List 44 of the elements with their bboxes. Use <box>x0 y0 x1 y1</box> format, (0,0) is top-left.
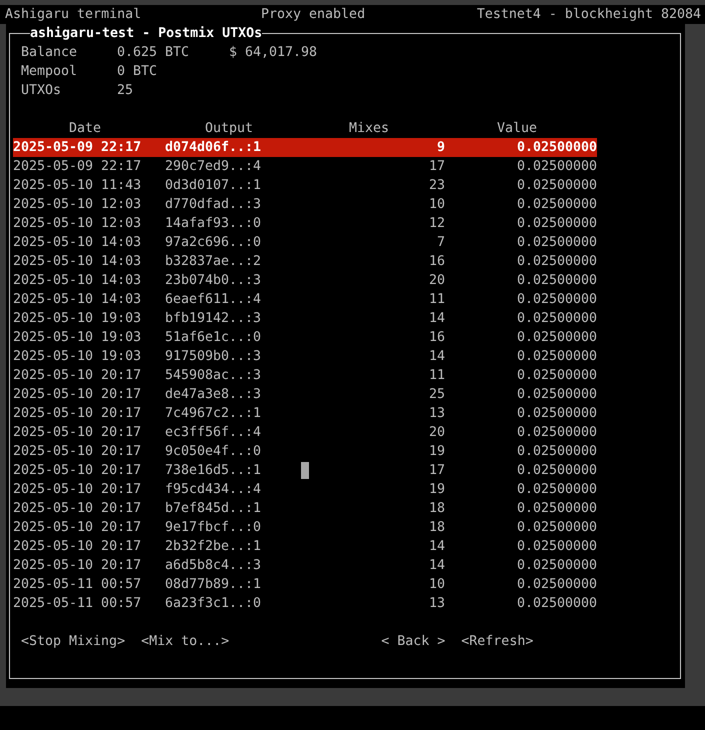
utxo-row[interactable]: 2025-05-10 12:03 d770dfad..:3 10 0.02500000 <box>13 195 597 214</box>
column-header: Mixes <box>348 120 390 138</box>
summary-value: 0 BTC <box>117 63 158 81</box>
utxo-row[interactable]: 2025-05-11 00:57 6a23f3c1..:0 13 0.02500000 <box>13 594 597 613</box>
utxo-row[interactable]: 2025-05-10 19:03 bfb19142..:3 14 0.02500000 <box>13 309 597 328</box>
utxo-row[interactable]: 2025-05-10 20:17 f95cd434..:4 19 0.02500000 <box>13 480 597 499</box>
utxo-row[interactable]: 2025-05-10 14:03 6eaef611..:4 11 0.02500000 <box>13 290 597 309</box>
utxo-row[interactable]: 2025-05-10 20:17 7c4967c2..:1 13 0.02500000 <box>13 404 597 423</box>
terminal-button[interactable]: < Back > <box>381 632 446 651</box>
summary-value: 0.625 BTC <box>117 44 190 62</box>
utxo-row[interactable]: 2025-05-10 20:17 545908ac..:3 11 0.02500000 <box>13 366 597 385</box>
utxo-row[interactable]: 2025-05-10 20:17 9c050e4f..:0 19 0.02500000 <box>13 442 597 461</box>
fiat-value: $ 64,017.98 <box>229 44 318 62</box>
utxo-row[interactable]: 2025-05-10 14:03 23b074b0..:3 20 0.02500000 <box>13 271 597 290</box>
utxo-row[interactable]: 2025-05-10 11:43 0d3d0107..:1 23 0.02500000 <box>13 176 597 195</box>
terminal-button[interactable]: <Stop Mixing> <box>21 632 126 651</box>
column-header: Date <box>68 120 102 138</box>
network-status: Testnet4 - blockheight 82084 <box>476 6 701 24</box>
summary-value: 25 <box>117 82 134 100</box>
utxo-row[interactable]: 2025-05-10 20:17 9e17fbcf..:0 18 0.02500000 <box>13 518 597 537</box>
utxo-row[interactable]: 2025-05-10 14:03 b32837ae..:2 16 0.02500000 <box>13 252 597 271</box>
utxo-row[interactable]: 2025-05-10 19:03 917509b0..:3 14 0.02500000 <box>13 347 597 366</box>
utxo-row[interactable]: 2025-05-10 20:17 b7ef845d..:1 18 0.02500000 <box>13 499 597 518</box>
terminal-button[interactable]: <Mix to...> <box>141 632 230 651</box>
summary-label: UTXOs <box>21 82 62 100</box>
utxo-row[interactable]: 2025-05-09 22:17 d074d06f..:1 9 0.02500000 <box>13 138 597 157</box>
utxo-row[interactable]: 2025-05-10 19:03 51af6e1c..:0 16 0.02500000 <box>13 328 597 347</box>
column-header: Value <box>496 120 538 138</box>
column-header: Output <box>204 120 254 138</box>
utxo-row[interactable]: 2025-05-10 20:17 de47a3e8..:3 25 0.02500000 <box>13 385 597 404</box>
terminal-button[interactable]: <Refresh> <box>461 632 534 651</box>
summary-label: Balance <box>21 44 78 62</box>
proxy-status: Proxy enabled <box>261 6 366 24</box>
utxo-row[interactable]: 2025-05-09 22:17 290c7ed9..:4 17 0.02500000 <box>13 157 597 176</box>
utxo-row[interactable]: 2025-05-10 14:03 97a2c696..:0 7 0.02500000 <box>13 233 597 252</box>
panel-title: ashigaru-test - Postmix UTXOs <box>30 25 262 43</box>
utxo-row[interactable]: 2025-05-10 20:17 ec3ff56f..:4 20 0.02500000 <box>13 423 597 442</box>
utxo-row[interactable]: 2025-05-10 20:17 a6d5b8c4..:3 14 0.02500000 <box>13 556 597 575</box>
utxo-row[interactable]: 2025-05-11 00:57 08d77b89..:1 10 0.02500000 <box>13 575 597 594</box>
summary-label: Mempool <box>21 63 78 81</box>
utxo-row[interactable]: 2025-05-10 20:17 2b32f2be..:1 14 0.02500000 <box>13 537 597 556</box>
app-name: Ashigaru terminal <box>5 6 142 24</box>
utxo-row[interactable]: 2025-05-10 12:03 14afaf93..:0 12 0.02500000 <box>13 214 597 233</box>
utxo-row[interactable]: 2025-05-10 20:17 738e16d5..:1 17 0.02500000 <box>13 461 597 480</box>
